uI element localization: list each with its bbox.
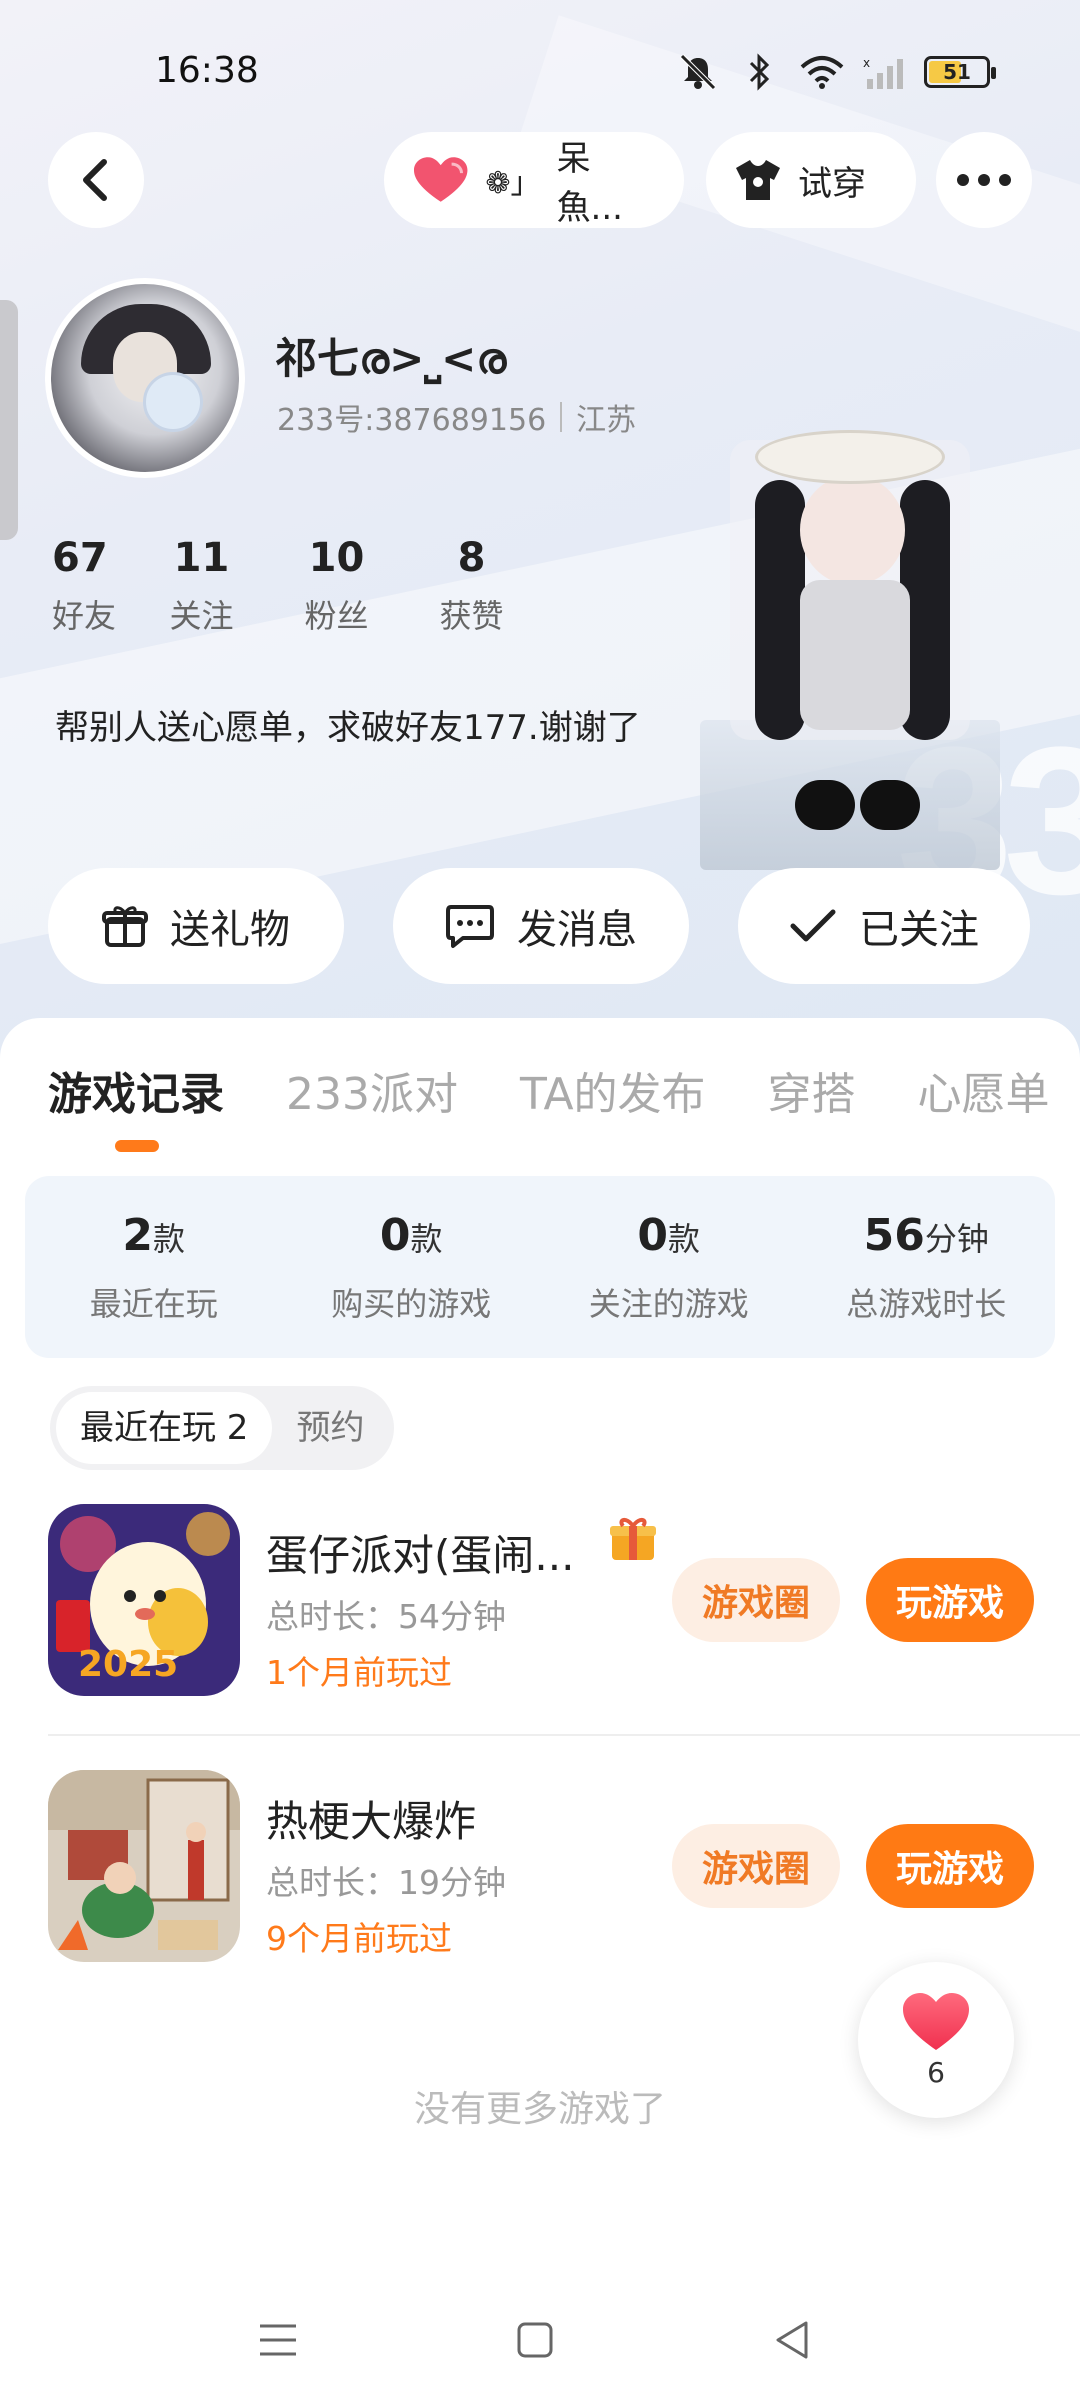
game-duration: 总时长：54分钟 [266, 1597, 506, 1636]
tab-game-records[interactable]: 游戏记录 [48, 1058, 224, 1122]
game-title: 蛋仔派对(蛋闹... [266, 1531, 575, 1580]
profile-stats: 67 好友 11 关注 10 粉丝 8 获赞 [52, 535, 539, 637]
wifi-icon [800, 52, 844, 92]
game-duration: 总时长：19分钟 [266, 1863, 506, 1902]
profile-bio: 帮别人送心愿单，求破好友177.谢谢了 [55, 708, 641, 748]
summary-recent: 2款 最近在玩 [89, 1210, 218, 1323]
back-triangle-icon [776, 2321, 808, 2359]
user-id-row: 233号:387689156 江苏 [277, 395, 636, 439]
game-title: 热梗大爆炸 [266, 1797, 477, 1846]
followed-button[interactable]: 已关注 [738, 868, 1030, 984]
heart-icon [903, 1992, 969, 2050]
chat-icon [446, 905, 494, 948]
heart-icon [413, 157, 468, 202]
tab-posts[interactable]: TA的发布 [520, 1058, 706, 1122]
profile-tabs: 游戏记录 233派对 TA的发布 穿搭 心愿单 [48, 1058, 1050, 1122]
send-gift-label: 送礼物 [170, 907, 290, 953]
subtab-recent[interactable]: 最近在玩 2 [56, 1392, 273, 1464]
try-on-label: 试穿 [798, 163, 866, 204]
status-bar: 16:38 x 51 [0, 40, 1080, 104]
back-nav-button[interactable] [762, 2310, 822, 2370]
back-button[interactable] [48, 132, 144, 228]
game-circle-button[interactable]: 游戏圈 [672, 1558, 840, 1642]
followed-label: 已关注 [859, 907, 979, 953]
stat-followers[interactable]: 10 粉丝 [269, 535, 404, 637]
mute-icon [676, 52, 720, 92]
send-message-button[interactable]: 发消息 [393, 868, 689, 984]
game-subtabs: 最近在玩 2 预约 [50, 1386, 395, 1470]
username: 祁七ര>⎵<ര [275, 334, 507, 383]
stat-friends[interactable]: 67 好友 [52, 535, 134, 637]
svg-text:2025: 2025 [78, 1644, 178, 1685]
game-last-played: 9个月前玩过 [266, 1919, 452, 1958]
flower-icon: ❁」 [485, 166, 541, 201]
user-location: 江苏 [576, 403, 637, 438]
game-item[interactable]: 2025 蛋仔派对(蛋闹... 总时长：54分钟 1个月前玩过 游戏圈 玩游戏 [48, 1504, 1048, 1700]
try-on-button[interactable]: 试穿 [706, 132, 916, 228]
game-icon-eggy-party[interactable]: 2025 [48, 1504, 240, 1696]
more-icon [957, 174, 1011, 186]
pet-chip[interactable]: ❁」 呆魚... [384, 132, 684, 228]
send-message-label: 发消息 [517, 907, 637, 953]
battery-icon: 51 [924, 56, 996, 88]
summary-followed: 0款 关注的游戏 [588, 1210, 749, 1323]
divider [48, 1734, 1080, 1736]
status-time: 16:38 [155, 50, 259, 91]
play-game-button[interactable]: 玩游戏 [866, 1558, 1034, 1642]
avatar[interactable] [45, 278, 245, 478]
game-icon-meme-explosion[interactable] [48, 1770, 240, 1962]
signal-icon: x [862, 52, 906, 92]
subtab-reserve[interactable]: 预约 [272, 1392, 388, 1464]
tab-indicator [115, 1140, 159, 1152]
send-gift-button[interactable]: 送礼物 [48, 868, 344, 984]
summary-total-time: 56分钟 总游戏时长 [846, 1210, 1007, 1323]
gift-icon [102, 906, 148, 947]
bluetooth-icon [738, 52, 782, 92]
shirt-icon [736, 160, 780, 200]
game-summary: 2款 最近在玩 0款 购买的游戏 0款 关注的游戏 56分钟 总游戏时长 [25, 1176, 1055, 1358]
menu-icon [260, 2324, 296, 2356]
tab-wishlist[interactable]: 心愿单 [918, 1058, 1050, 1122]
svg-text:x: x [863, 56, 870, 70]
chevron-left-icon [83, 159, 107, 201]
game-last-played: 1个月前玩过 [266, 1653, 452, 1692]
avatar-3d-character[interactable] [700, 420, 1010, 870]
pet-name: 呆魚... [556, 139, 623, 228]
home-square-icon [517, 2322, 553, 2358]
more-button[interactable] [936, 132, 1032, 228]
game-circle-button[interactable]: 游戏圈 [672, 1824, 840, 1908]
stat-following[interactable]: 11 关注 [134, 535, 269, 637]
home-nav-button[interactable] [505, 2310, 565, 2370]
edge-handle[interactable] [0, 300, 18, 540]
user-id: 233号:387689156 [277, 403, 547, 438]
check-icon [790, 909, 836, 942]
tab-233-party[interactable]: 233派对 [286, 1058, 458, 1122]
stat-likes[interactable]: 8 获赞 [404, 535, 539, 637]
play-game-button[interactable]: 玩游戏 [866, 1824, 1034, 1908]
menu-nav-button[interactable] [248, 2310, 308, 2370]
game-item[interactable]: 热梗大爆炸 总时长：19分钟 9个月前玩过 游戏圈 玩游戏 [48, 1770, 1048, 1966]
gift-icon [608, 1514, 658, 1564]
summary-purchased: 0款 购买的游戏 [331, 1210, 492, 1323]
system-nav-bar [0, 2290, 1080, 2380]
tab-outfits[interactable]: 穿搭 [768, 1058, 856, 1122]
no-more-games-text: 没有更多游戏了 [413, 2089, 666, 2130]
